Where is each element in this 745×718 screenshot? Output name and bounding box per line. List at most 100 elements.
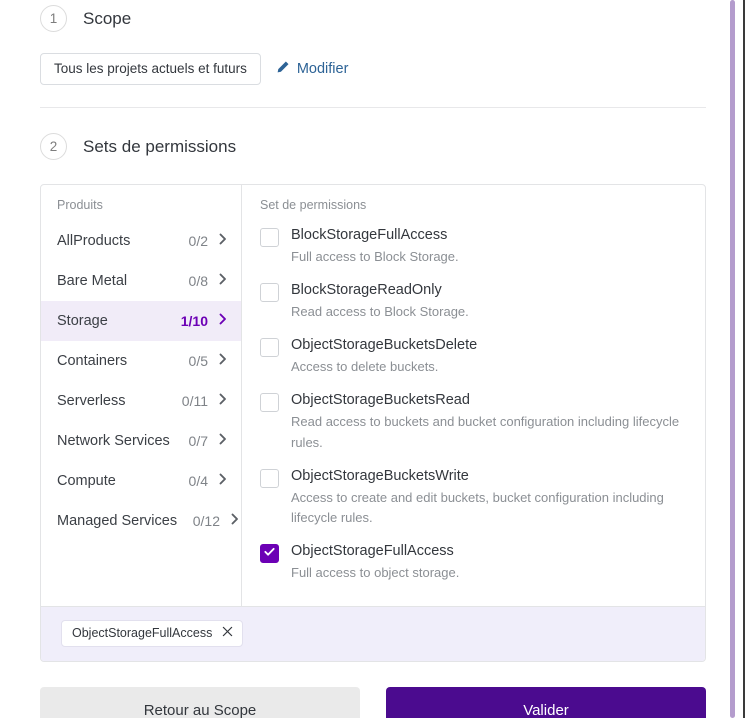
product-item-storage[interactable]: Storage 1/10: [41, 301, 241, 341]
permission-description: Full access to object storage.: [291, 565, 460, 581]
product-name: Storage: [57, 313, 108, 329]
permission-name[interactable]: ObjectStorageBucketsDelete: [291, 335, 477, 356]
check-icon: [263, 545, 276, 563]
permission-description: Access to delete buckets.: [291, 359, 439, 375]
validate-button[interactable]: Valider: [386, 687, 706, 718]
product-selected-count: 1/10: [180, 313, 208, 329]
products-column-header: Produits: [57, 198, 103, 212]
permission-set-item[interactable]: ObjectStorageBucketsRead Read access to b…: [242, 386, 705, 461]
step-permissions-title: Sets de permissions: [83, 136, 237, 156]
product-selected-count: 0/12: [192, 513, 220, 529]
chevron-right-icon: [217, 312, 229, 331]
permission-text-block: BlockStorageFullAccess Full access to Blo…: [291, 225, 459, 267]
chevron-right-icon: [217, 392, 229, 411]
permission-text-block: BlockStorageReadOnly Read access to Block…: [291, 280, 469, 322]
scope-row: Tous les projets actuels et futurs Modif…: [40, 53, 706, 85]
permission-set-item[interactable]: ObjectStorageFullAccess Full access to ob…: [242, 537, 705, 592]
product-meta: 0/12: [193, 512, 241, 531]
product-name: AllProducts: [57, 233, 131, 249]
close-icon[interactable]: [222, 626, 233, 640]
step-scope-header: 1 Scope: [40, 0, 706, 32]
chevron-right-icon: [217, 352, 229, 371]
permission-checkbox[interactable]: [260, 468, 279, 488]
back-to-scope-button[interactable]: Retour au Scope: [40, 687, 360, 718]
scrollbar-thumb[interactable]: [730, 0, 735, 718]
selected-permissions-bar: ObjectStorageFullAccess: [41, 606, 705, 662]
product-meta: 0/8: [189, 272, 229, 291]
chip-label: ObjectStorageFullAccess: [72, 626, 213, 641]
permission-description: Read access to buckets and bucket config…: [291, 414, 680, 450]
permission-sets-column-header: Set de permissions: [260, 198, 367, 212]
product-selected-count: 0/4: [188, 473, 208, 489]
scope-value-chip: Tous les projets actuels et futurs: [40, 53, 261, 85]
product-name: Bare Metal: [57, 273, 128, 289]
product-meta: 1/10: [181, 312, 229, 331]
step-number-badge: 1: [40, 5, 67, 32]
selected-permission-chip: ObjectStorageFullAccess: [61, 620, 244, 648]
products-column: Produits AllProducts 0/2 Bare Metal 0/8 Stor…: [41, 185, 242, 607]
product-item-allproducts[interactable]: AllProducts 0/2: [41, 221, 241, 261]
chevron-right-icon: [217, 472, 229, 491]
product-meta: 0/11: [182, 392, 229, 411]
product-meta: 0/2: [189, 232, 229, 251]
permission-text-block: ObjectStorageFullAccess Full access to ob…: [291, 541, 459, 583]
product-name: Managed Services: [57, 513, 178, 529]
permission-sets-list: BlockStorageFullAccess Full access to Blo…: [242, 221, 705, 592]
product-name: Containers: [57, 353, 128, 369]
permission-text-block: ObjectStorageBucketsWrite Access to creat…: [291, 466, 681, 528]
product-item-serverless[interactable]: Serverless 0/11: [41, 381, 241, 421]
permissions-panel-body: Produits AllProducts 0/2 Bare Metal 0/8 Stor…: [41, 185, 705, 607]
step-number-badge: 2: [40, 133, 67, 160]
permission-sets-dialog: 1 Scope Tous les projets actuels et futu…: [0, 0, 745, 718]
product-name: Network Services: [57, 433, 170, 449]
permission-description: Read access to Block Storage.: [291, 304, 469, 320]
product-selected-count: 0/5: [188, 353, 208, 369]
permission-checkbox[interactable]: [260, 338, 279, 358]
pencil-icon: [275, 60, 290, 79]
product-selected-count: 0/2: [188, 233, 208, 249]
dialog-content: 1 Scope Tous les projets actuels et futu…: [0, 0, 722, 718]
permission-checkbox[interactable]: [260, 283, 279, 303]
dialog-actions: Retour au Scope Valider: [40, 687, 706, 718]
chevron-right-icon: [217, 232, 229, 251]
product-selected-count: 0/11: [181, 393, 208, 409]
permission-set-item[interactable]: BlockStorageFullAccess Full access to Blo…: [242, 221, 705, 276]
product-name: Serverless: [57, 393, 126, 409]
permission-checkbox[interactable]: [260, 228, 279, 247]
step-scope-title: Scope: [83, 8, 132, 28]
permission-sets-column: Set de permissions BlockStorageFullAcces…: [242, 185, 705, 606]
permission-name[interactable]: ObjectStorageBucketsRead: [291, 390, 681, 411]
permission-description: Full access to Block Storage.: [291, 249, 459, 265]
step-permissions-header: 2 Sets de permissions: [40, 133, 706, 160]
chevron-right-icon: [229, 512, 241, 531]
product-item-containers[interactable]: Containers 0/5: [41, 341, 241, 381]
permission-set-item[interactable]: BlockStorageReadOnly Read access to Block…: [242, 276, 705, 331]
permission-set-item[interactable]: ObjectStorageBucketsWrite Access to creat…: [242, 462, 705, 537]
products-list: AllProducts 0/2 Bare Metal 0/8 Storage 1/10 Co…: [41, 221, 241, 541]
permission-description: Access to create and edit buckets, bucke…: [291, 489, 664, 525]
permission-checkbox[interactable]: [260, 393, 279, 413]
permission-name[interactable]: BlockStorageFullAccess: [291, 225, 459, 246]
product-meta: 0/7: [189, 432, 229, 451]
product-item-bare-metal[interactable]: Bare Metal 0/8: [41, 261, 241, 301]
modify-scope-link[interactable]: Modifier: [275, 60, 349, 79]
permission-set-item[interactable]: ObjectStorageBucketsDelete Access to dele…: [242, 331, 705, 386]
chevron-right-icon: [217, 432, 229, 451]
product-selected-count: 0/8: [188, 273, 208, 289]
permission-text-block: ObjectStorageBucketsRead Read access to b…: [291, 390, 681, 452]
chevron-right-icon: [217, 272, 229, 291]
permission-checkbox[interactable]: [260, 544, 279, 564]
permission-name[interactable]: ObjectStorageBucketsWrite: [291, 466, 681, 487]
permission-name[interactable]: ObjectStorageFullAccess: [291, 541, 459, 562]
product-item-compute[interactable]: Compute 0/4: [41, 461, 241, 501]
product-name: Compute: [57, 473, 116, 489]
permission-name[interactable]: BlockStorageReadOnly: [291, 280, 469, 301]
product-meta: 0/4: [189, 472, 229, 491]
product-selected-count: 0/7: [188, 433, 208, 449]
product-item-network-services[interactable]: Network Services 0/7: [41, 421, 241, 461]
product-item-managed-services[interactable]: Managed Services 0/12: [41, 501, 241, 541]
permissions-panel: Produits AllProducts 0/2 Bare Metal 0/8 Stor…: [40, 184, 706, 663]
product-meta: 0/5: [189, 352, 229, 371]
modify-scope-label: Modifier: [296, 61, 349, 77]
permission-text-block: ObjectStorageBucketsDelete Access to dele…: [291, 335, 477, 377]
